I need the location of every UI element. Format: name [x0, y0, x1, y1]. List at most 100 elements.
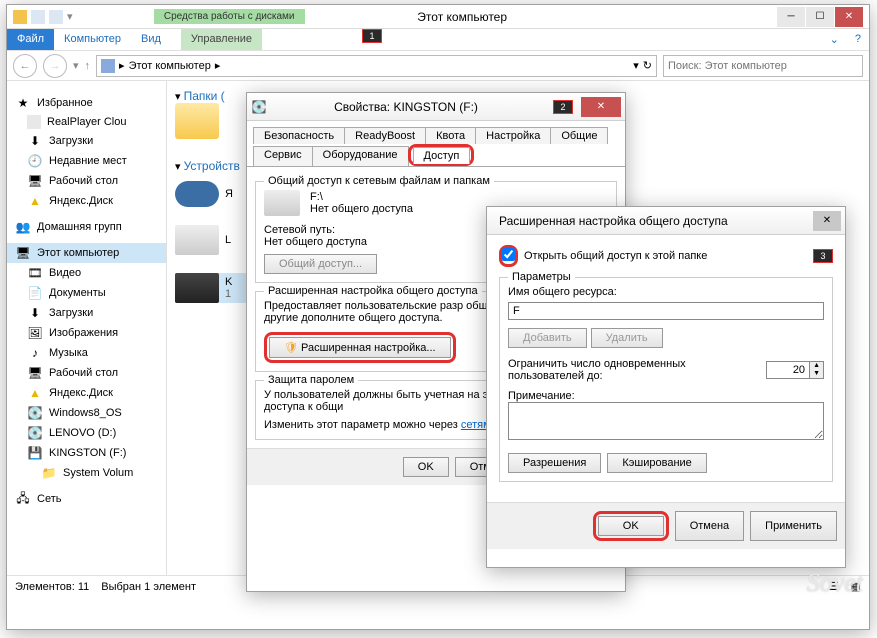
drive-label: L	[225, 234, 231, 246]
tab-manage[interactable]: Управление	[181, 29, 262, 50]
up-button[interactable]: ↑	[85, 60, 91, 72]
qat-dropdown-icon[interactable]: ▾	[67, 10, 73, 23]
limit-spinner[interactable]: ▲▼	[766, 361, 824, 379]
nav-label: Домашняя групп	[37, 221, 122, 233]
help-icon[interactable]: ?	[847, 29, 869, 50]
nav-homegroup[interactable]: 👥Домашняя групп	[7, 217, 166, 237]
tab-security[interactable]: Безопасность	[253, 127, 345, 144]
tab-tools[interactable]: Сервис	[253, 146, 313, 166]
qat-icon-2[interactable]	[49, 10, 63, 24]
nav-pc-item[interactable]: 💽 LENOVO (D:)	[7, 423, 166, 443]
drive-label: K	[225, 276, 232, 288]
ok-button[interactable]: OK	[403, 457, 449, 477]
nav-fav-item[interactable]: 🕘Недавние мест	[7, 151, 166, 171]
breadcrumb-sep: ▸	[215, 59, 221, 72]
apply-button[interactable]: Применить	[750, 511, 837, 541]
nav-pc-item[interactable]: ♪Музыка	[7, 343, 166, 363]
nav-network[interactable]: 🖧 Сеть	[7, 489, 166, 509]
nav-pc-item[interactable]: 📄Документы	[7, 283, 166, 303]
drive-path: F:\	[310, 191, 413, 203]
share-button[interactable]: Общий доступ...	[264, 254, 377, 274]
qat-icon-1[interactable]	[31, 10, 45, 24]
add-button[interactable]: Добавить	[508, 328, 587, 348]
nav-thispc[interactable]: 🖥Этот компьютер	[7, 243, 166, 263]
nav-favorites[interactable]: ★Избранное	[7, 93, 166, 113]
tab-quota[interactable]: Квота	[425, 127, 476, 144]
permissions-button[interactable]: Разрешения	[508, 453, 601, 473]
advanced-sharing-button[interactable]: 🛡 Расширенная настройка...	[269, 337, 451, 358]
view-tiles-icon[interactable]: ▦	[851, 580, 861, 593]
minimize-button[interactable]: ─	[777, 7, 805, 27]
shield-icon: 🛡	[284, 342, 298, 354]
callout-badge-1: 1	[362, 29, 382, 43]
nav-label: Рабочий стол	[49, 175, 118, 187]
back-button[interactable]: ←	[13, 54, 37, 78]
tab-hardware[interactable]: Оборудование	[312, 146, 409, 166]
nav-fav-item[interactable]: RealPlayer Clou	[7, 113, 166, 131]
network-icon: 🖧	[15, 491, 31, 507]
breadcrumb[interactable]: ▸ Этот компьютер ▸ ▾ ↻	[96, 55, 657, 77]
download-icon: ⬇	[27, 305, 43, 321]
expand-icon[interactable]: ▾	[175, 161, 181, 173]
tab-readyboost[interactable]: ReadyBoost	[344, 127, 426, 144]
tab-general[interactable]: Общие	[550, 127, 608, 144]
tab-sharing[interactable]: Доступ	[413, 147, 471, 164]
ok-button[interactable]: OK	[598, 516, 664, 536]
nav-label: Рабочий стол	[49, 367, 118, 379]
refresh-icon[interactable]: ↻	[643, 59, 652, 72]
share-name-input[interactable]	[508, 302, 824, 320]
tab-customize[interactable]: Настройка	[475, 127, 551, 144]
nav-fav-item[interactable]: ⬇Загрузки	[7, 131, 166, 151]
view-details-icon[interactable]: ☰	[829, 580, 839, 593]
drive-icon: 💽	[27, 425, 43, 441]
breadcrumb-item[interactable]: Этот компьютер	[129, 60, 211, 72]
nav-label: Изображения	[49, 327, 118, 339]
nav-pc-item[interactable]: 🖼Изображения	[7, 323, 166, 343]
nav-pc-item[interactable]: 🎞Видео	[7, 263, 166, 283]
limit-label: Ограничить число одновременных пользоват…	[508, 358, 758, 382]
spin-up-icon[interactable]: ▲	[810, 362, 823, 370]
tab-computer[interactable]: Компьютер	[54, 29, 131, 50]
nav-label: Сеть	[37, 493, 61, 505]
recent-dropdown-icon[interactable]: ▾	[73, 59, 79, 72]
close-button[interactable]: ✕	[581, 97, 621, 117]
nav-pane[interactable]: ★Избранное RealPlayer Clou ⬇Загрузки 🕘Не…	[7, 81, 167, 575]
tab-view[interactable]: Вид	[131, 29, 171, 50]
ribbon-expand-icon[interactable]: ⌄	[822, 29, 847, 50]
caching-button[interactable]: Кэширование	[607, 453, 706, 473]
breadcrumb-sep: ▸	[119, 59, 125, 72]
context-tab-label: Средства работы с дисками	[154, 9, 305, 24]
nav-fav-item[interactable]: 🖥Рабочий стол	[7, 171, 166, 191]
nav-pc-item[interactable]: ▲Яндекс.Диск	[7, 383, 166, 403]
cancel-button[interactable]: Отмена	[675, 511, 744, 541]
folders-header: Папки (	[184, 89, 225, 103]
maximize-button[interactable]: ☐	[806, 7, 834, 27]
note-textarea[interactable]	[508, 402, 824, 440]
nav-label: Windows8_OS	[49, 407, 122, 419]
search-input[interactable]	[663, 55, 863, 77]
desktop-icon: 🖥	[27, 365, 43, 381]
open-share-label: Открыть общий доступ к этой папке	[524, 250, 707, 262]
expand-icon[interactable]: ▾	[175, 91, 181, 103]
limit-input[interactable]	[766, 361, 810, 379]
nav-pc-item[interactable]: ⬇Загрузки	[7, 303, 166, 323]
remove-button[interactable]: Удалить	[591, 328, 663, 348]
nav-label: Видео	[49, 267, 81, 279]
close-button[interactable]: ✕	[813, 211, 841, 231]
nav-pc-item[interactable]: 📁System Volum	[7, 463, 166, 483]
nav-fav-item[interactable]: ▲Яндекс.Диск	[7, 191, 166, 211]
close-button[interactable]: ✕	[835, 7, 863, 27]
path-dropdown-icon[interactable]: ▾	[633, 59, 639, 72]
nav-pc-item[interactable]: 🖥 Рабочий стол	[7, 363, 166, 383]
open-share-checkbox[interactable]	[502, 248, 515, 261]
nav-pc-item[interactable]: 💽 Windows8_OS	[7, 403, 166, 423]
spin-down-icon[interactable]: ▼	[810, 370, 823, 378]
nav-label: KINGSTON (F:)	[49, 447, 126, 459]
callout-badge-3: 3	[813, 249, 833, 263]
tab-file[interactable]: Файл	[7, 29, 54, 50]
forward-button[interactable]: →	[43, 54, 67, 78]
nav-label: LENOVO (D:)	[49, 427, 116, 439]
nav-pc-item[interactable]: 💾KINGSTON (F:)	[7, 443, 166, 463]
group-label: Расширенная настройка общего доступа	[264, 285, 482, 297]
drive-icon: 💽	[27, 405, 43, 421]
